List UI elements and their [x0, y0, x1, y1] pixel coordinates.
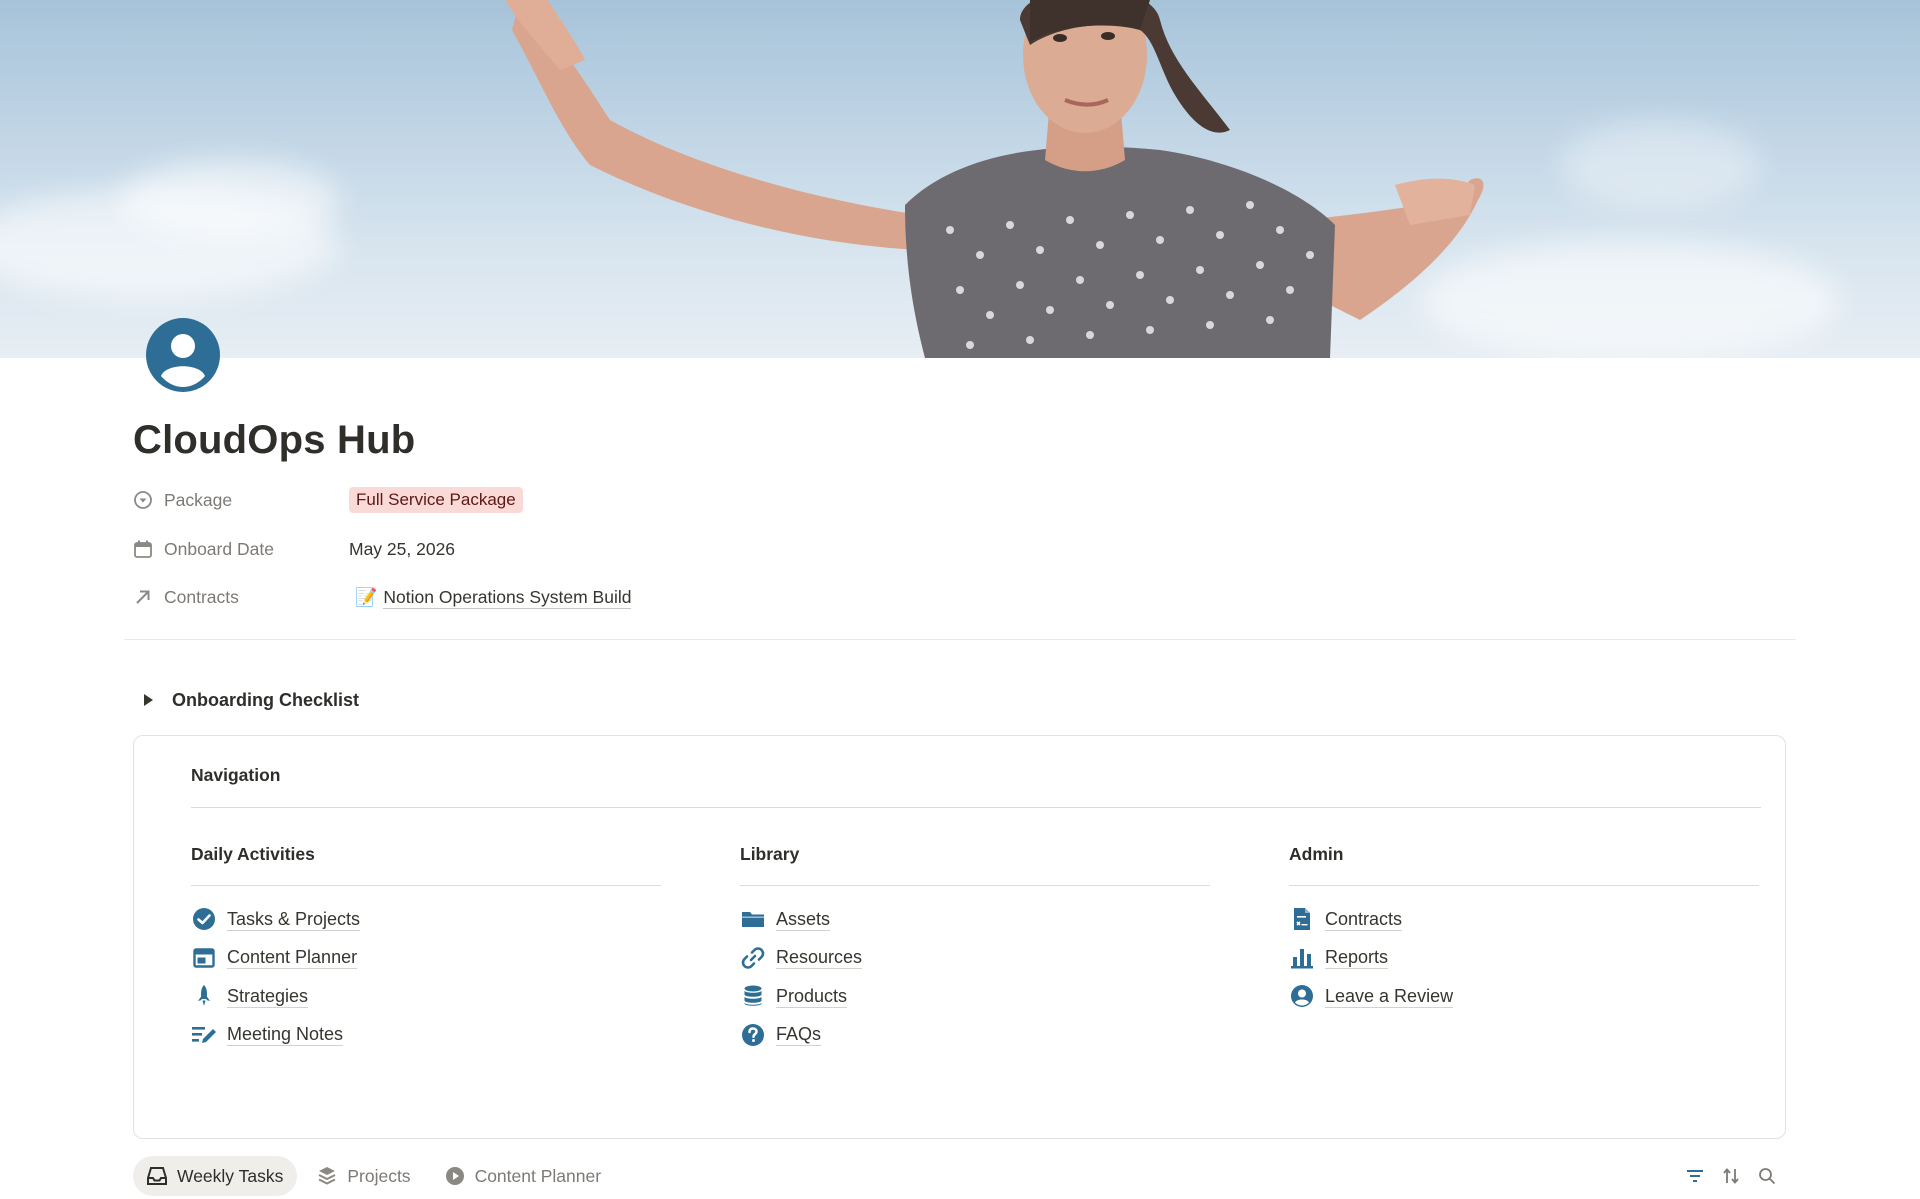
column-heading: Library [740, 844, 800, 864]
nav-link-reports[interactable]: Reports [1289, 939, 1759, 978]
database-view-tabs: Weekly Tasks Projects Content Planner [133, 1156, 615, 1196]
document-icon [1289, 906, 1315, 932]
inbox-icon [147, 1166, 167, 1186]
notes-pen-icon [191, 1022, 217, 1048]
link-list: Tasks & Projects Content Planner Strateg… [191, 900, 661, 1054]
property-onboard-date[interactable]: Onboard Date May 25, 2026 [133, 532, 933, 566]
property-label: Contracts [164, 586, 239, 607]
nav-link-label: Contracts [1325, 908, 1403, 931]
nav-link-contracts[interactable]: Contracts [1289, 900, 1759, 939]
view-toolbar [1684, 1162, 1778, 1190]
onboard-date-value[interactable]: May 25, 2026 [349, 539, 455, 560]
nav-link-label: Content Planner [227, 947, 358, 970]
tab-weekly-tasks[interactable]: Weekly Tasks [133, 1156, 298, 1196]
nav-link-tasks-projects[interactable]: Tasks & Projects [191, 900, 661, 939]
nav-column-admin: Admin Contracts Reports Leave a Review [1289, 844, 1759, 1016]
property-contracts[interactable]: Contracts 📝 Notion Operations System Bui… [133, 580, 933, 614]
user-circle-icon [1289, 983, 1315, 1009]
link-icon [740, 945, 766, 971]
column-heading: Daily Activities [191, 844, 315, 864]
package-tag-container[interactable]: Full Service Package [349, 487, 523, 513]
search-icon[interactable] [1756, 1162, 1778, 1190]
property-label: Onboard Date [164, 538, 274, 559]
nav-link-label: Strategies [227, 985, 309, 1008]
tab-label: Projects [347, 1165, 411, 1186]
question-circle-icon [740, 1022, 766, 1048]
page-user-icon[interactable] [144, 316, 222, 394]
divider [124, 639, 1796, 640]
database-icon [740, 983, 766, 1009]
property-label: Package [164, 489, 233, 510]
onboarding-checklist-toggle[interactable]: Onboarding Checklist [138, 686, 359, 714]
nav-link-faqs[interactable]: FAQs [740, 1016, 1210, 1055]
package-tag: Full Service Package [349, 487, 523, 513]
nav-link-label: Tasks & Projects [227, 908, 361, 931]
nav-column-daily-activities: Daily Activities Tasks & Projects Conten… [191, 844, 661, 1054]
filter-icon[interactable] [1684, 1162, 1706, 1190]
link-list: Contracts Reports Leave a Review [1289, 900, 1759, 1016]
navigation-heading: Navigation [191, 765, 281, 785]
nav-link-label: Resources [776, 947, 863, 970]
bar-chart-icon [1289, 945, 1315, 971]
divider [191, 807, 1761, 808]
navigation-callout: Navigation Daily Activities Tasks & Proj… [133, 735, 1786, 1139]
folder-icon [740, 906, 766, 932]
check-circle-icon [191, 906, 217, 932]
nav-link-meeting-notes[interactable]: Meeting Notes [191, 1016, 661, 1055]
relation-arrow-icon [133, 587, 153, 607]
contract-relation-text: Notion Operations System Build [383, 586, 632, 609]
nav-column-library: Library Assets Resources Products FAQs [740, 844, 1210, 1054]
tab-content-planner[interactable]: Content Planner [431, 1156, 615, 1196]
nav-link-assets[interactable]: Assets [740, 900, 1210, 939]
tab-projects[interactable]: Projects [303, 1156, 424, 1196]
nav-link-label: Assets [776, 908, 831, 931]
contract-relation-link[interactable]: 📝 Notion Operations System Build [349, 586, 632, 609]
play-circle-icon [445, 1166, 465, 1186]
memo-icon: 📝 [355, 586, 378, 607]
triangle-right-icon[interactable] [138, 686, 158, 714]
rocket-icon [191, 983, 217, 1009]
tab-label: Content Planner [474, 1165, 602, 1186]
divider [1289, 885, 1759, 886]
nav-link-label: FAQs [776, 1024, 822, 1047]
nav-link-resources[interactable]: Resources [740, 939, 1210, 978]
toggle-label: Onboarding Checklist [172, 689, 360, 710]
cover-figure [505, 0, 1484, 358]
property-package[interactable]: Package Full Service Package [133, 483, 933, 517]
layout-icon [191, 945, 217, 971]
link-list: Assets Resources Products FAQs [740, 900, 1210, 1054]
select-circle-icon [133, 490, 153, 510]
divider [191, 885, 661, 886]
nav-link-content-planner[interactable]: Content Planner [191, 939, 661, 978]
stack-icon [317, 1166, 337, 1186]
nav-link-strategies[interactable]: Strategies [191, 977, 661, 1016]
column-heading: Admin [1289, 844, 1344, 864]
nav-link-products[interactable]: Products [740, 977, 1210, 1016]
nav-link-label: Products [776, 985, 848, 1008]
nav-link-leave-a-review[interactable]: Leave a Review [1289, 977, 1759, 1016]
divider [740, 885, 1210, 886]
nav-link-label: Meeting Notes [227, 1024, 344, 1047]
sort-icon[interactable] [1720, 1162, 1742, 1190]
cover-image [0, 0, 1920, 358]
nav-link-label: Leave a Review [1325, 985, 1454, 1008]
nav-link-label: Reports [1325, 947, 1389, 970]
tab-label: Weekly Tasks [177, 1165, 284, 1186]
page-title[interactable]: CloudOps Hub [133, 418, 415, 463]
calendar-icon [133, 539, 153, 559]
